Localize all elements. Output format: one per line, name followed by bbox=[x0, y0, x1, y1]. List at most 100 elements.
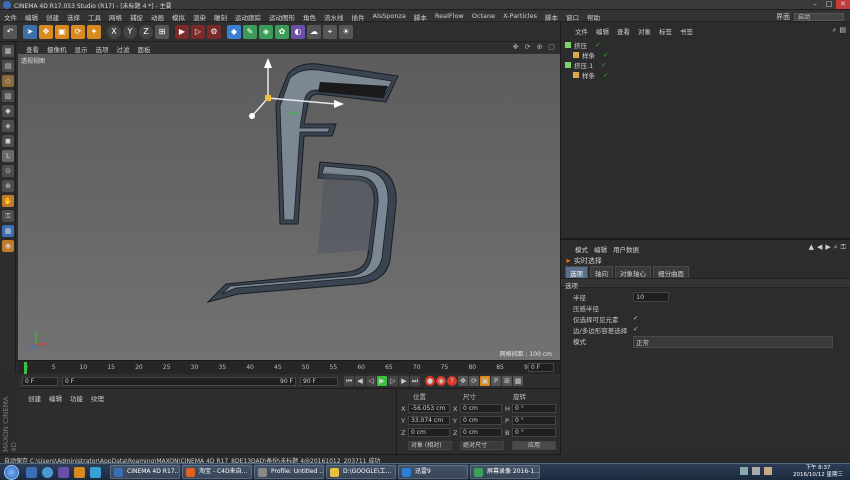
menu-item-14[interactable]: 流水线 bbox=[324, 12, 344, 22]
menu-item-2[interactable]: 创建 bbox=[46, 12, 59, 22]
tweak-icon[interactable]: ⊙ bbox=[2, 165, 14, 177]
menu-item-1[interactable]: 编辑 bbox=[25, 12, 38, 22]
nav-forward-icon[interactable]: ▶ bbox=[825, 243, 830, 252]
key-rotation-icon[interactable]: ⟳ bbox=[469, 376, 479, 386]
taskbar-button[interactable]: D:\GOOGLE\工... bbox=[326, 465, 396, 479]
record-icon[interactable]: ● bbox=[425, 376, 435, 386]
texture-icon[interactable]: ◉ bbox=[2, 240, 14, 252]
viewport-menu-item-4[interactable]: 过滤 bbox=[117, 44, 130, 54]
key-scale-icon[interactable]: ▣ bbox=[480, 376, 490, 386]
taskbar-button[interactable]: 淘宝 - C4D来自... bbox=[182, 465, 252, 479]
rotate-view-icon[interactable]: ⟳ bbox=[523, 43, 532, 52]
attribute-value[interactable]: ✓ bbox=[633, 325, 638, 333]
select-icon[interactable]: ➤ bbox=[23, 24, 37, 39]
lock-attr-icon[interactable]: ⚿ bbox=[841, 243, 846, 252]
timeline-playhead[interactable] bbox=[24, 362, 27, 374]
extruded-s-shape-lower[interactable] bbox=[206, 161, 397, 303]
polygon-mode-icon[interactable]: ◼ bbox=[2, 135, 14, 147]
rot-b-field[interactable]: 0 ° bbox=[512, 428, 556, 437]
pos-y-field[interactable]: 33.074 cm bbox=[408, 416, 450, 425]
point-mode-icon[interactable]: ◆ bbox=[2, 105, 14, 117]
visibility-check-icon[interactable]: ✓ bbox=[603, 51, 608, 59]
menu-item-8[interactable]: 模拟 bbox=[172, 12, 185, 22]
object-menu-item-5[interactable]: 书签 bbox=[680, 26, 693, 36]
object-menu-item-1[interactable]: 编辑 bbox=[596, 26, 609, 36]
menu-item-19[interactable]: Octane bbox=[472, 12, 495, 22]
menu-item-13[interactable]: 角色 bbox=[303, 12, 316, 22]
next-frame-icon[interactable]: ▷ bbox=[388, 376, 398, 386]
material-menu-item-1[interactable]: 编辑 bbox=[49, 393, 62, 403]
y-axis-icon[interactable]: Y bbox=[123, 24, 137, 39]
material-menu-item-0[interactable]: 创建 bbox=[28, 393, 41, 403]
visibility-check-icon[interactable]: ✓ bbox=[603, 71, 608, 79]
z-axis-icon[interactable]: Z bbox=[139, 24, 153, 39]
attribute-menu-item-0[interactable]: 模式 bbox=[575, 244, 588, 254]
app-quick-icon[interactable] bbox=[90, 467, 101, 478]
move-view-icon[interactable]: ✥ bbox=[511, 43, 520, 52]
visibility-check-icon[interactable]: ✓ bbox=[595, 41, 600, 49]
render-view-icon[interactable]: ▶ bbox=[175, 24, 189, 39]
tray-network-icon[interactable] bbox=[740, 467, 748, 475]
menu-item-11[interactable]: 运动跟踪 bbox=[235, 12, 261, 22]
size-z-field[interactable]: 0 cm bbox=[460, 428, 502, 437]
size-mode-select[interactable]: 绝对尺寸 bbox=[460, 441, 504, 450]
menu-item-5[interactable]: 网格 bbox=[109, 12, 122, 22]
menu-item-0[interactable]: 文件 bbox=[4, 12, 17, 22]
perspective-viewport[interactable]: 透视视图 网格间距 : 100 cm bbox=[18, 54, 560, 360]
search-attr-icon[interactable]: ⌕ bbox=[834, 243, 838, 252]
subdivision-icon[interactable]: ◈ bbox=[259, 24, 273, 39]
cube-icon[interactable]: ◆ bbox=[227, 24, 241, 39]
end-frame-field[interactable]: 90 F bbox=[300, 376, 338, 386]
axis-mode-icon[interactable]: L bbox=[2, 150, 14, 162]
taskbar-button[interactable]: 迅雷9 bbox=[398, 465, 468, 479]
object-menu-item-2[interactable]: 查看 bbox=[617, 26, 630, 36]
keyframe-selection-icon[interactable]: ? bbox=[447, 376, 457, 386]
menu-item-17[interactable]: 脚本 bbox=[414, 12, 427, 22]
move-icon[interactable]: ✥ bbox=[39, 24, 53, 39]
maximize-button[interactable]: □ bbox=[822, 0, 836, 9]
key-pla-icon[interactable]: ⊞ bbox=[502, 376, 512, 386]
rotate-icon[interactable]: ⟳ bbox=[71, 24, 85, 39]
menu-item-7[interactable]: 动画 bbox=[151, 12, 164, 22]
attribute-value[interactable]: ✓ bbox=[633, 314, 638, 322]
menu-item-9[interactable]: 渲染 bbox=[193, 12, 206, 22]
attribute-menu-item-1[interactable]: 编辑 bbox=[594, 244, 607, 254]
viewport-menu-item-3[interactable]: 选项 bbox=[96, 44, 109, 54]
taskbar-button[interactable]: CINEMA 4D R17... bbox=[110, 465, 180, 479]
coord-icon[interactable]: ⊞ bbox=[155, 24, 169, 39]
object-row[interactable]: 挤压 ✓ bbox=[565, 40, 600, 50]
snap-icon[interactable]: ⊕ bbox=[2, 180, 14, 192]
material-menu-item-3[interactable]: 纹理 bbox=[91, 393, 104, 403]
menu-item-16[interactable]: AlsSponza bbox=[373, 12, 406, 22]
deformer-icon[interactable]: ◐ bbox=[291, 24, 305, 39]
explorer-quick-icon[interactable] bbox=[26, 467, 37, 478]
menu-item-22[interactable]: 窗口 bbox=[566, 12, 579, 22]
scale-icon[interactable]: ▣ bbox=[55, 24, 69, 39]
key-position-icon[interactable]: ✥ bbox=[458, 376, 468, 386]
camera-icon[interactable]: ⌖ bbox=[323, 24, 337, 39]
panel-options-icon[interactable]: ▤ bbox=[839, 26, 846, 35]
menu-item-20[interactable]: X-Particles bbox=[503, 12, 537, 22]
texture-mode-icon[interactable]: ◇ bbox=[2, 75, 14, 87]
taskbar-button[interactable]: Profile: Untitled ... bbox=[254, 465, 324, 479]
pen-icon[interactable]: ✎ bbox=[243, 24, 257, 39]
recent-icon[interactable]: ✦ bbox=[87, 24, 101, 39]
pos-z-field[interactable]: 0 cm bbox=[408, 428, 450, 437]
search-icon[interactable]: ⌕ bbox=[832, 26, 836, 35]
workplane-icon[interactable]: ▧ bbox=[2, 90, 14, 102]
edge-mode-icon[interactable]: ◈ bbox=[2, 120, 14, 132]
make-editable-icon[interactable]: ▦ bbox=[2, 45, 14, 57]
nav-up-icon[interactable]: ▲ bbox=[809, 243, 814, 252]
render-settings-icon[interactable]: ⚙ bbox=[207, 24, 221, 39]
menu-item-12[interactable]: 运动图形 bbox=[269, 12, 295, 22]
size-y-field[interactable]: 0 cm bbox=[460, 416, 502, 425]
tray-flag-icon[interactable] bbox=[764, 467, 772, 475]
clock-time[interactable]: 下午 8:37 bbox=[788, 465, 848, 472]
autokey-icon[interactable]: ◉ bbox=[436, 376, 446, 386]
maximize-view-icon[interactable]: ▢ bbox=[547, 43, 556, 52]
sculpt-icon[interactable]: ✋ bbox=[2, 195, 14, 207]
close-button[interactable]: ✕ bbox=[836, 0, 850, 9]
minimize-button[interactable]: – bbox=[808, 0, 822, 9]
current-frame-field[interactable]: 0 F bbox=[528, 363, 554, 372]
object-menu-item-0[interactable]: 文件 bbox=[575, 26, 588, 36]
